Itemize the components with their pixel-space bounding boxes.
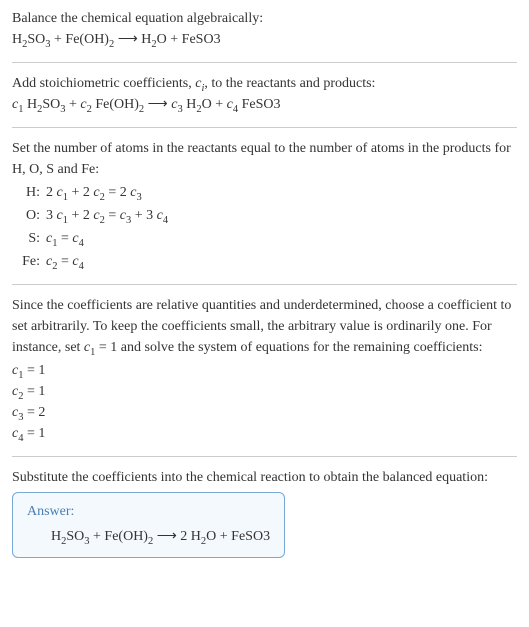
atom-equation: 3 c1 + 2 c2 = c3 + 3 c4 bbox=[46, 205, 517, 226]
coefficient-value: c4 = 1 bbox=[12, 423, 517, 444]
step-add-coefficients: Add stoichiometric coefficients, ci, to … bbox=[12, 73, 517, 94]
atom-label: S: bbox=[12, 228, 40, 249]
step-text-b: , to the reactants and products: bbox=[204, 76, 375, 91]
equation-unbalanced: H2SO3 + Fe(OH)2 ⟶ H2O + FeSO3 bbox=[12, 29, 517, 50]
atom-equation: 2 c1 + 2 c2 = 2 c3 bbox=[46, 182, 517, 203]
coefficient-value: c2 = 1 bbox=[12, 381, 517, 402]
coefficient-value: c1 = 1 bbox=[12, 360, 517, 381]
answer-box: Answer: H2SO3 + Fe(OH)2 ⟶ 2 H2O + FeSO3 bbox=[12, 492, 285, 558]
coefficient-solutions: c1 = 1c2 = 1c3 = 2c4 = 1 bbox=[12, 360, 517, 444]
answer-equation: H2SO3 + Fe(OH)2 ⟶ 2 H2O + FeSO3 bbox=[27, 526, 270, 547]
divider bbox=[12, 62, 517, 63]
answer-label: Answer: bbox=[27, 501, 270, 522]
atom-label: Fe: bbox=[12, 251, 40, 272]
divider bbox=[12, 284, 517, 285]
step-arb-b: and solve the system of equations for th… bbox=[117, 340, 482, 355]
intro-text: Balance the chemical equation algebraica… bbox=[12, 8, 517, 29]
coefficient-value: c3 = 2 bbox=[12, 402, 517, 423]
atom-label: O: bbox=[12, 205, 40, 226]
atom-label: H: bbox=[12, 182, 40, 203]
divider bbox=[12, 456, 517, 457]
divider bbox=[12, 127, 517, 128]
atom-equations: H: 2 c1 + 2 c2 = 2 c3 O: 3 c1 + 2 c2 = c3 +… bbox=[12, 182, 517, 272]
step-arbitrary: Since the coefficients are relative quan… bbox=[12, 295, 517, 358]
equation-with-coefficients: c1 H2SO3 + c2 Fe(OH)2 ⟶ c3 H2O + c4 FeSO… bbox=[12, 94, 517, 115]
atom-equation: c1 = c4 bbox=[46, 228, 517, 249]
step-set-atoms: Set the number of atoms in the reactants… bbox=[12, 138, 517, 180]
step-text-a: Add stoichiometric coefficients, bbox=[12, 76, 195, 91]
atom-equation: c2 = c4 bbox=[46, 251, 517, 272]
step-arb-c: c1 = 1 bbox=[84, 340, 117, 355]
step-substitute: Substitute the coefficients into the che… bbox=[12, 467, 517, 488]
